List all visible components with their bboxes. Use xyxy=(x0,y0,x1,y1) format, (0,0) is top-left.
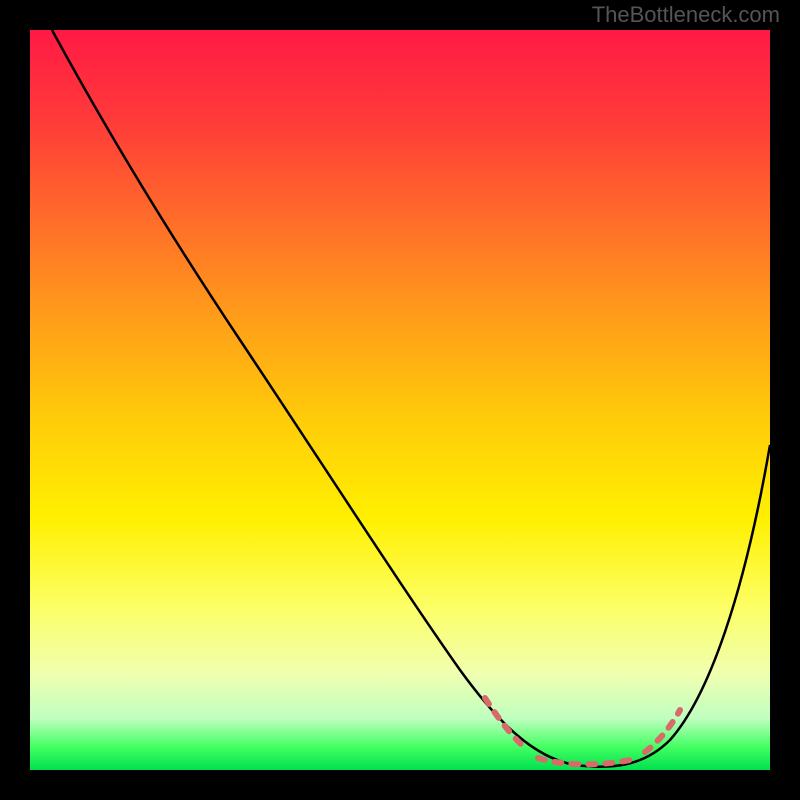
watermark-text: TheBottleneck.com xyxy=(592,2,780,28)
bottleneck-curve xyxy=(52,30,770,767)
chart-plot-area xyxy=(30,30,770,770)
chart-svg xyxy=(30,30,770,770)
sweet-spot-marker-left xyxy=(485,698,525,748)
